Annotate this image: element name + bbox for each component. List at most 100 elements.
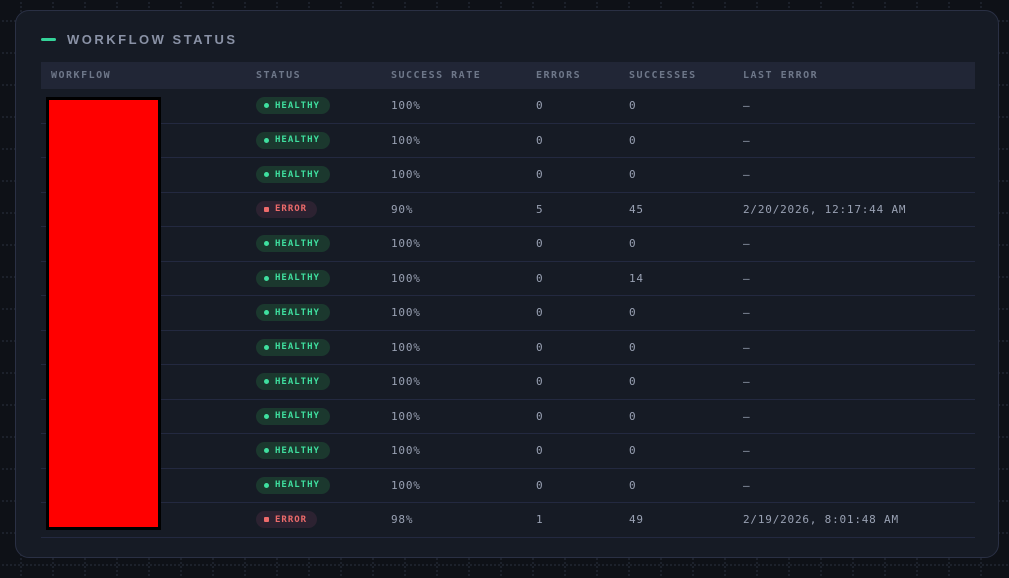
column-header-status: STATUS: [256, 70, 302, 81]
table-row: HEALTHY 100% 0 0 —: [41, 296, 975, 331]
errors-cell: 0: [536, 340, 544, 354]
status-cell: HEALTHY: [246, 476, 381, 494]
success-rate-cell: 100%: [391, 237, 421, 251]
status-badge: HEALTHY: [256, 304, 330, 322]
status-cell: HEALTHY: [246, 131, 381, 149]
errors-cell: 0: [536, 237, 544, 251]
last-error-cell: —: [743, 444, 751, 458]
status-badge: HEALTHY: [256, 166, 330, 184]
errors-cell: 0: [536, 409, 544, 423]
status-label: HEALTHY: [275, 238, 320, 249]
success-rate-cell: 90%: [391, 202, 414, 216]
status-badge: HEALTHY: [256, 407, 330, 425]
status-cell: HEALTHY: [246, 97, 381, 115]
status-dot-icon: [264, 206, 269, 212]
table-row: HEALTHY 100% 0 0 —: [41, 158, 975, 193]
status-dot-icon: [264, 137, 269, 143]
status-cell: ERROR: [246, 200, 381, 218]
last-error-cell: 2/20/2026, 12:17:44 AM: [743, 202, 907, 216]
table-row: HEALTHY 100% 0 0 —: [41, 400, 975, 434]
column-header-workflow: WORKFLOW: [51, 70, 112, 81]
table-row: HEALTHY 100% 0 0 —: [41, 434, 975, 469]
success-rate-cell: 100%: [391, 271, 421, 285]
status-dot-icon: [264, 448, 269, 454]
table-row: ERROR 98% 1 49 2/19/2026, 8:01:48 AM: [41, 503, 975, 538]
status-cell: ERROR: [246, 511, 381, 529]
table-row: HEALTHY 100% 0 14 —: [41, 262, 975, 296]
status-dot-icon: [264, 310, 269, 316]
successes-cell: 0: [629, 375, 637, 389]
column-header-successes: SUCCESSES: [629, 70, 697, 81]
table-row: HEALTHY 100% 0 0 —: [41, 89, 975, 124]
last-error-cell: —: [743, 340, 751, 354]
table-row: ERROR 90% 5 45 2/20/2026, 12:17:44 AM: [41, 193, 975, 227]
successes-cell: 14: [629, 271, 644, 285]
successes-cell: 0: [629, 99, 637, 113]
errors-cell: 5: [536, 202, 544, 216]
successes-cell: 0: [629, 168, 637, 182]
status-label: HEALTHY: [275, 480, 320, 491]
column-header-errors: ERRORS: [536, 70, 582, 81]
last-error-cell: —: [743, 306, 751, 320]
status-label: HEALTHY: [275, 307, 320, 318]
status-dot-icon: [264, 103, 269, 109]
status-cell: HEALTHY: [246, 407, 381, 425]
errors-cell: 0: [536, 133, 544, 147]
success-rate-cell: 100%: [391, 133, 421, 147]
last-error-cell: —: [743, 99, 751, 113]
status-dot-icon: [264, 241, 269, 247]
successes-cell: 0: [629, 478, 637, 492]
status-label: ERROR: [275, 204, 308, 215]
redaction-overlay: [46, 97, 161, 530]
success-rate-cell: 100%: [391, 478, 421, 492]
last-error-cell: —: [743, 409, 751, 423]
success-rate-cell: 100%: [391, 409, 421, 423]
panel-title: WORKFLOW STATUS: [67, 32, 238, 47]
column-header-success-rate: SUCCESS RATE: [391, 70, 482, 81]
status-dot-icon: [264, 344, 269, 350]
status-badge: HEALTHY: [256, 476, 330, 494]
table-row: HEALTHY 100% 0 0 —: [41, 124, 975, 158]
status-dot-icon: [264, 172, 269, 178]
success-rate-cell: 100%: [391, 444, 421, 458]
status-cell: HEALTHY: [246, 373, 381, 391]
errors-cell: 0: [536, 478, 544, 492]
successes-cell: 0: [629, 444, 637, 458]
status-badge: HEALTHY: [256, 269, 330, 287]
success-rate-cell: 100%: [391, 306, 421, 320]
successes-cell: 45: [629, 202, 644, 216]
errors-cell: 1: [536, 513, 544, 527]
column-header-last-error: LAST ERROR: [743, 70, 819, 81]
success-rate-cell: 100%: [391, 375, 421, 389]
status-cell: HEALTHY: [246, 304, 381, 322]
status-label: HEALTHY: [275, 342, 320, 353]
status-label: ERROR: [275, 514, 308, 525]
status-dot-icon: [264, 275, 269, 281]
status-badge: HEALTHY: [256, 235, 330, 253]
table-header-row: WORKFLOW STATUS SUCCESS RATE ERRORS SUCC…: [41, 62, 975, 89]
errors-cell: 0: [536, 375, 544, 389]
status-dot-icon: [264, 413, 269, 419]
workflow-table: WORKFLOW STATUS SUCCESS RATE ERRORS SUCC…: [41, 62, 975, 538]
success-rate-cell: 100%: [391, 340, 421, 354]
success-rate-cell: 100%: [391, 99, 421, 113]
last-error-cell: —: [743, 375, 751, 389]
status-cell: HEALTHY: [246, 338, 381, 356]
successes-cell: 0: [629, 133, 637, 147]
status-badge: HEALTHY: [256, 442, 330, 460]
errors-cell: 0: [536, 271, 544, 285]
status-cell: HEALTHY: [246, 269, 381, 287]
table-row: HEALTHY 100% 0 0 —: [41, 469, 975, 503]
status-badge: HEALTHY: [256, 131, 330, 149]
status-cell: HEALTHY: [246, 235, 381, 253]
status-label: HEALTHY: [275, 273, 320, 284]
status-label: HEALTHY: [275, 445, 320, 456]
table-row: HEALTHY 100% 0 0 —: [41, 227, 975, 262]
status-label: HEALTHY: [275, 376, 320, 387]
last-error-cell: 2/19/2026, 8:01:48 AM: [743, 513, 899, 527]
status-label: HEALTHY: [275, 100, 320, 111]
last-error-cell: —: [743, 237, 751, 251]
table-body: HEALTHY 100% 0 0 — HEALTHY 100% 0 0 — HEALTHY 100% 0…: [41, 89, 975, 538]
status-label: HEALTHY: [275, 135, 320, 146]
errors-cell: 0: [536, 306, 544, 320]
